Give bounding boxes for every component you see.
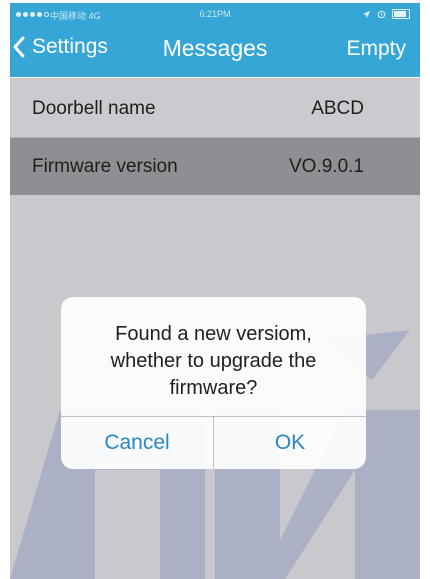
navigation-bar: Settings Messages Empty (10, 29, 420, 73)
upgrade-alert-dialog: Found a new versiom, whether to upgrade … (61, 297, 366, 469)
dialog-message-line: whether to upgrade the (110, 350, 317, 372)
dialog-message-line: Found a new versiom, (115, 323, 312, 345)
ok-button[interactable]: OK (214, 417, 366, 469)
firmware-version-label: Firmware version (32, 155, 178, 177)
empty-button[interactable]: Empty (346, 37, 406, 61)
cancel-button[interactable]: Cancel (61, 417, 213, 469)
location-arrow-icon (362, 10, 371, 18)
doorbell-name-row[interactable]: Doorbell name ABCD (10, 80, 420, 137)
status-bar: 中国移动 4G 6:21PM (10, 3, 420, 27)
doorbell-name-value: ABCD (311, 97, 364, 119)
dialog-message-line: firmware? (169, 377, 258, 399)
alarm-clock-icon (377, 10, 386, 18)
firmware-version-value: VO.9.0.1 (289, 155, 364, 177)
battery-icon (392, 9, 410, 19)
dialog-message: Found a new versiom, whether to upgrade … (81, 321, 346, 402)
app-header: 中国移动 4G 6:21PM Settings Messages Empty (10, 3, 420, 77)
status-indicators (362, 9, 410, 19)
status-time: 6:21PM (199, 9, 231, 19)
doorbell-name-label: Doorbell name (32, 97, 156, 119)
firmware-version-row[interactable]: Firmware version VO.9.0.1 (10, 138, 420, 195)
